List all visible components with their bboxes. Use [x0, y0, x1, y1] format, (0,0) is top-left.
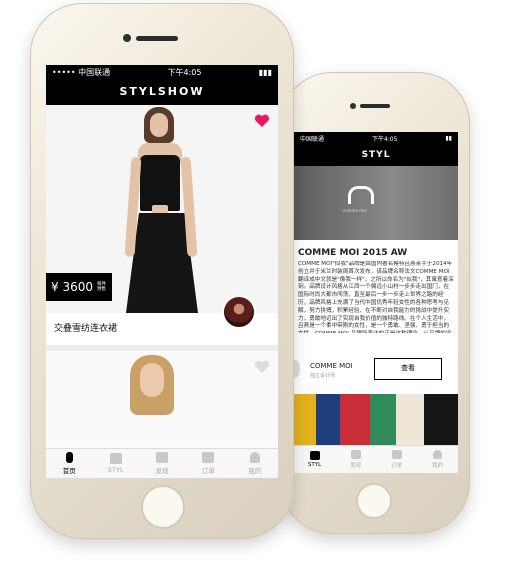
left-tab-styl[interactable]: STYL	[92, 449, 138, 478]
view-button-label: 查看	[401, 364, 415, 372]
user-icon	[249, 452, 260, 463]
left-tab-orders[interactable]: 订单	[185, 449, 231, 478]
right-status-bar: 中国联通 下午4:05 ▮▮	[294, 132, 458, 144]
right-tab-discover[interactable]: 发现	[335, 446, 376, 473]
dress-cutout	[152, 205, 168, 213]
fashion-collage-image	[294, 394, 458, 445]
left-app-title: STYLSHOW	[119, 85, 205, 98]
left-battery-icon: ▮▮▮	[258, 67, 272, 77]
right-tab-orders[interactable]: 订单	[376, 446, 417, 473]
designer-role: 独立设计师	[310, 373, 336, 379]
right-tab-me[interactable]: 我的	[417, 446, 458, 473]
comme-moi-logo-icon	[348, 186, 374, 204]
designer-avatar[interactable]	[294, 360, 300, 378]
right-phone: 中国联通 下午4:05 ▮▮ STYL comme moi COMME MOI …	[280, 72, 470, 534]
left-camera	[123, 34, 131, 42]
model-2-face	[140, 363, 164, 397]
designer-row: COMME MOI 独立设计师 查看	[294, 354, 458, 388]
user-icon	[433, 450, 442, 459]
product-card-2[interactable]	[46, 351, 278, 447]
styl-icon	[309, 451, 320, 460]
left-tab-home[interactable]: 首页	[46, 449, 92, 478]
bag-icon	[202, 452, 215, 463]
right-tab-bar: STYL 发现 订单 我的	[294, 445, 458, 473]
left-tab-me[interactable]: 我的	[232, 449, 278, 478]
grid-icon	[350, 450, 361, 459]
right-nav-bar: STYL	[294, 144, 458, 166]
logo-caption: comme moi	[343, 208, 367, 213]
right-speaker	[360, 104, 390, 108]
right-battery-icon: ▮▮	[445, 134, 452, 142]
right-home-button[interactable]	[356, 483, 392, 519]
left-nav-bar: STYLSHOW	[46, 79, 278, 105]
right-screen: 中国联通 下午4:05 ▮▮ STYL comme moi COMME MOI …	[294, 132, 458, 473]
model-face	[150, 113, 168, 137]
left-speaker	[136, 36, 178, 41]
grid-icon	[109, 453, 122, 464]
left-phone: ••••• 中国联通 下午4:05 ▮▮▮ STYLSHOW ¥ 3600 每件…	[30, 3, 294, 539]
dress-top	[140, 155, 180, 211]
discover-icon	[156, 452, 169, 463]
left-tab-discover[interactable]: 发现	[139, 449, 185, 478]
article-body: COMME MOI"似我"品牌是由国内著名模特吕燕亲手于2014年创立并于米兰时…	[298, 261, 454, 333]
left-carrier-group: ••••• 中国联通	[52, 67, 111, 77]
price: ¥ 3600	[51, 280, 93, 294]
product-name: 交叠雪纺连衣裙	[54, 324, 118, 334]
product-card[interactable]: ¥ 3600 每件预售 交叠雪纺连衣裙	[46, 105, 278, 345]
price-note: 每件预售	[97, 282, 106, 292]
article-title: COMME MOI 2015 AW	[298, 248, 408, 258]
right-time: 下午4:05	[371, 135, 398, 143]
hero-image: comme moi	[294, 166, 458, 240]
left-home-button[interactable]	[141, 485, 185, 529]
view-button[interactable]: 查看	[374, 358, 442, 380]
right-carrier: 中国联通	[300, 135, 325, 143]
price-badge: ¥ 3600 每件预售	[46, 273, 112, 301]
bag-icon	[391, 450, 402, 459]
left-tab-bar: 首页 STYL 发现 订单 我的	[46, 448, 278, 478]
right-camera	[350, 103, 356, 109]
seller-avatar[interactable]	[222, 295, 256, 329]
left-time: 下午4:05	[167, 67, 202, 77]
left-screen: ••••• 中国联通 下午4:05 ▮▮▮ STYLSHOW ¥ 3600 每件…	[46, 65, 278, 478]
favorite-heart-icon[interactable]	[254, 113, 270, 127]
home-icon	[65, 452, 73, 463]
right-app-title: STYL	[361, 150, 391, 160]
left-status-bar: ••••• 中国联通 下午4:05 ▮▮▮	[46, 65, 278, 79]
designer-name: COMME MOI	[310, 362, 353, 370]
favorite-heart-icon-2[interactable]	[254, 359, 270, 373]
right-tab-styl[interactable]: STYL	[294, 446, 335, 473]
